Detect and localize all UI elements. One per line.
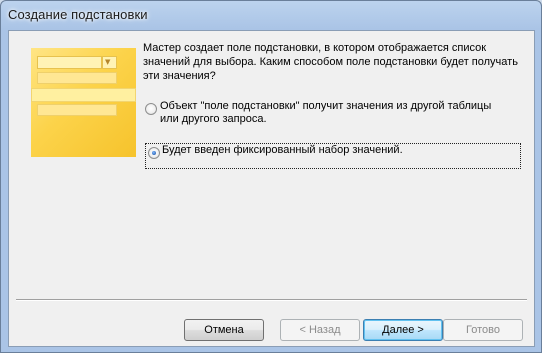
finish-button[interactable]: Готово — [443, 319, 523, 341]
dialog-window: Создание подстановки ▼ Мастер создает по… — [0, 0, 542, 353]
wizard-illustration: ▼ — [31, 48, 136, 157]
cancel-button[interactable]: Отмена — [184, 319, 264, 341]
radio-button-from-table[interactable] — [145, 103, 157, 115]
illustration-list-row-selected — [31, 88, 136, 102]
illustration-combo-field — [37, 56, 102, 69]
illustration-list-row — [37, 104, 117, 116]
dialog-body: ▼ Мастер создает поле подстановки, в кот… — [8, 30, 535, 347]
option-fixed-values-label: Будет введен фиксированный набор значени… — [162, 144, 403, 156]
title-bar[interactable]: Создание подстановки — [1, 1, 541, 31]
illustration-list-row — [37, 72, 117, 84]
wizard-description: Мастер создает поле подстановки, в котор… — [143, 42, 518, 82]
window-title: Создание подстановки — [8, 7, 148, 22]
option-from-table-label: Объект "поле подстановки" получит значен… — [160, 100, 492, 125]
next-button[interactable]: Далее > — [363, 319, 443, 341]
back-button[interactable]: < Назад — [280, 319, 360, 341]
radio-button-fixed-values[interactable] — [148, 147, 160, 159]
divider — [16, 299, 527, 301]
chevron-down-icon: ▼ — [105, 58, 111, 66]
option-fixed-values[interactable]: Будет введен фиксированный набор значени… — [145, 143, 521, 169]
